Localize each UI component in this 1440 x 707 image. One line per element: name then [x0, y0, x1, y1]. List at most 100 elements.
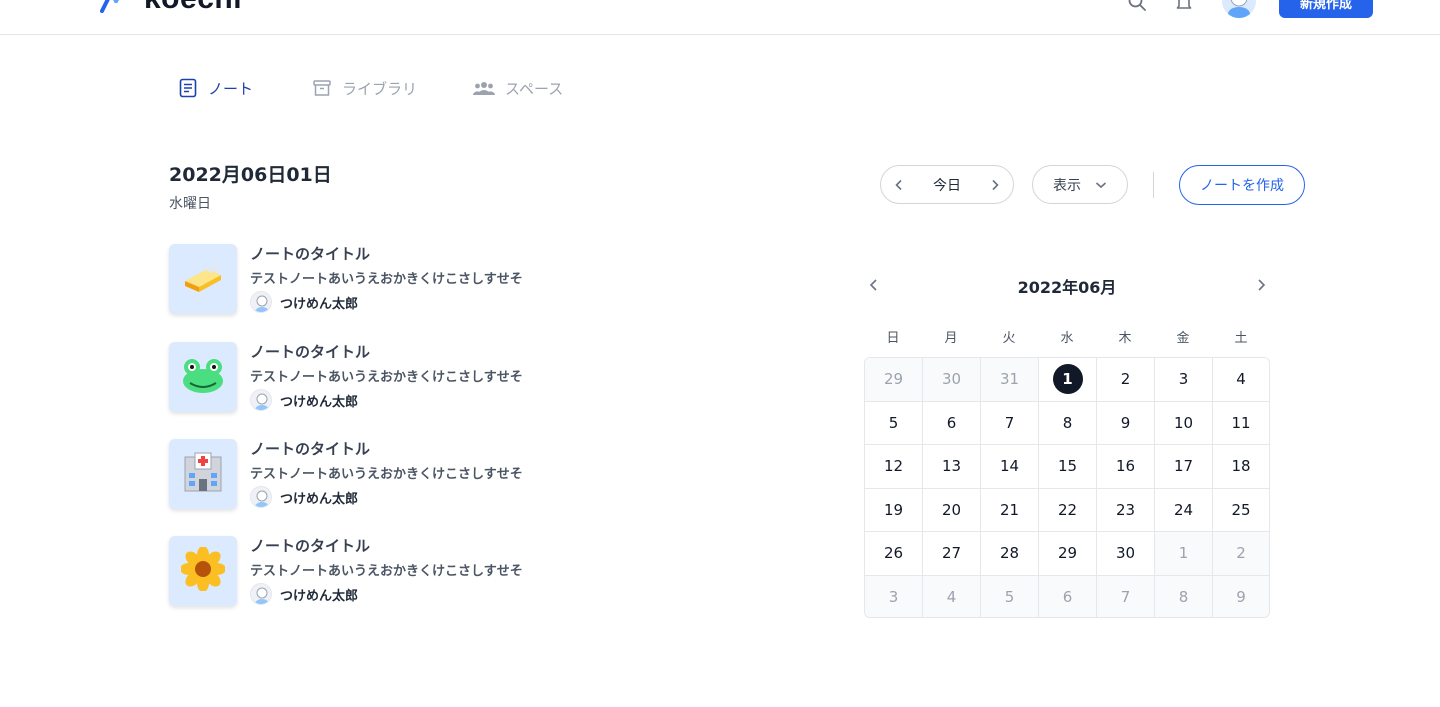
calendar-day[interactable]: 7 [1097, 575, 1155, 617]
calendar-day[interactable]: 17 [1155, 445, 1213, 489]
author-name: つけめん太郎 [280, 296, 359, 312]
calendar-day[interactable]: 8 [1039, 401, 1097, 445]
calendar-day[interactable]: 5 [981, 575, 1039, 617]
calendar-day[interactable]: 9 [1213, 575, 1269, 617]
search-icon[interactable] [1127, 0, 1147, 12]
calendar-day[interactable]: 20 [923, 488, 981, 532]
calendar-day[interactable]: 4 [1213, 358, 1269, 402]
butter-icon [181, 259, 225, 299]
calendar-day[interactable]: 26 [865, 532, 923, 576]
note-excerpt: テストノートあいうえおかきくけこさしすせそ [250, 272, 523, 287]
calendar-day[interactable]: 22 [1039, 488, 1097, 532]
new-create-button[interactable]: 新規作成 [1279, 0, 1373, 18]
note-excerpt: テストノートあいうえおかきくけこさしすせそ [250, 467, 523, 482]
calendar-day[interactable]: 30 [1097, 532, 1155, 576]
author-avatar [250, 291, 272, 313]
calendar-day[interactable]: 6 [1039, 575, 1097, 617]
weekday-label: 水曜日 [169, 196, 211, 212]
note-author: つけめん太郎 [250, 290, 358, 314]
calendar-weekday: 金 [1176, 331, 1190, 346]
logo[interactable]: koechi [100, 0, 242, 16]
author-avatar [250, 389, 272, 411]
user-avatar[interactable] [1222, 0, 1256, 18]
logo-text: koechi [144, 0, 242, 16]
chevron-down-icon [1095, 181, 1107, 188]
sunflower-icon [180, 546, 226, 595]
calendar-day[interactable]: 28 [981, 532, 1039, 576]
calendar-day[interactable]: 18 [1213, 445, 1269, 489]
note-card[interactable]: ノートのタイトルテストノートあいうえおかきくけこさしすせそつけめん太郎 [169, 439, 589, 511]
calendar-day-today[interactable]: 1 [1039, 358, 1097, 402]
top-header: koechi 新規作成 [0, 0, 1440, 35]
calendar-next-month-icon[interactable] [1252, 276, 1270, 294]
calendar-weekday: 火 [1002, 331, 1016, 346]
calendar-weekday: 日 [886, 331, 900, 346]
calendar-day[interactable]: 6 [923, 401, 981, 445]
tab-library-label: ライブラリ [342, 79, 418, 98]
calendar-day[interactable]: 13 [923, 445, 981, 489]
note-card[interactable]: ノートのタイトルテストノートあいうえおかきくけこさしすせそつけめん太郎 [169, 244, 589, 316]
note-thumbnail [169, 342, 237, 412]
view-dropdown-label: 表示 [1053, 177, 1081, 194]
calendar-day[interactable]: 31 [981, 358, 1039, 402]
note-title[interactable]: ノートのタイトル [250, 341, 370, 362]
calendar-day[interactable]: 30 [923, 358, 981, 402]
calendar-day[interactable]: 7 [981, 401, 1039, 445]
users-group-icon [473, 82, 495, 95]
note-author: つけめん太郎 [250, 582, 358, 606]
note-card[interactable]: ノートのタイトル テストノートあいうえおかきくけこさしすせそ つけめん太郎 [169, 342, 589, 414]
calendar-weekday: 木 [1118, 331, 1132, 346]
calendar-day[interactable]: 25 [1213, 488, 1269, 532]
note-thumbnail [169, 244, 237, 314]
note-title[interactable]: ノートのタイトル [250, 243, 370, 264]
view-dropdown[interactable]: 表示 [1032, 165, 1128, 204]
calendar-day[interactable]: 15 [1039, 445, 1097, 489]
calendar-day[interactable]: 27 [923, 532, 981, 576]
note-title[interactable]: ノートのタイトル [250, 438, 370, 459]
calendar-day[interactable]: 29 [865, 358, 923, 402]
calendar-day[interactable]: 21 [981, 488, 1039, 532]
calendar-day[interactable]: 8 [1155, 575, 1213, 617]
calendar-day[interactable]: 9 [1097, 401, 1155, 445]
note-thumbnail [169, 536, 237, 606]
calendar-day[interactable]: 24 [1155, 488, 1213, 532]
next-day-button[interactable] [977, 166, 1013, 203]
tab-notes-label: ノート [208, 79, 254, 98]
calendar-weekday: 土 [1234, 331, 1248, 346]
today-button[interactable]: 今日 [917, 175, 977, 195]
calendar-day[interactable]: 2 [1097, 358, 1155, 402]
create-note-button[interactable]: ノートを作成 [1179, 165, 1305, 205]
calendar-day[interactable]: 29 [1039, 532, 1097, 576]
calendar-weekday: 月 [944, 331, 958, 346]
calendar-day[interactable]: 5 [865, 401, 923, 445]
calendar-day[interactable]: 12 [865, 445, 923, 489]
calendar-day[interactable]: 1 [1155, 532, 1213, 576]
note-title[interactable]: ノートのタイトル [250, 535, 370, 556]
calendar-day[interactable]: 19 [865, 488, 923, 532]
tab-spaces[interactable]: スペース [473, 76, 563, 100]
tab-notes[interactable]: ノート [178, 76, 253, 100]
calendar-day[interactable]: 3 [865, 575, 923, 617]
calendar-day[interactable]: 2 [1213, 532, 1269, 576]
calendar-day[interactable]: 4 [923, 575, 981, 617]
previous-day-button[interactable] [881, 166, 917, 203]
note-card[interactable]: ノートのタイトルテストノートあいうえおかきくけこさしすせそつけめん太郎 [169, 536, 589, 608]
calendar-day[interactable]: 11 [1213, 401, 1269, 445]
author-avatar [250, 583, 272, 605]
bell-icon[interactable] [1174, 0, 1194, 12]
note-excerpt: テストノートあいうえおかきくけこさしすせそ [250, 564, 523, 579]
chevron-right-icon [992, 179, 999, 190]
calendar-day[interactable]: 14 [981, 445, 1039, 489]
author-name: つけめん太郎 [280, 491, 359, 507]
page-title: 2022月06日01日 [169, 164, 332, 186]
today-marker: 1 [1052, 364, 1083, 395]
calendar-day[interactable]: 3 [1155, 358, 1213, 402]
archive-box-icon [313, 80, 331, 96]
calendar-day[interactable]: 23 [1097, 488, 1155, 532]
logo-mark-icon [100, 0, 120, 13]
calendar-day[interactable]: 10 [1155, 401, 1213, 445]
calendar-day[interactable]: 16 [1097, 445, 1155, 489]
note-thumbnail [169, 439, 237, 509]
tab-library[interactable]: ライブラリ [312, 76, 417, 100]
frog-icon [180, 355, 226, 399]
